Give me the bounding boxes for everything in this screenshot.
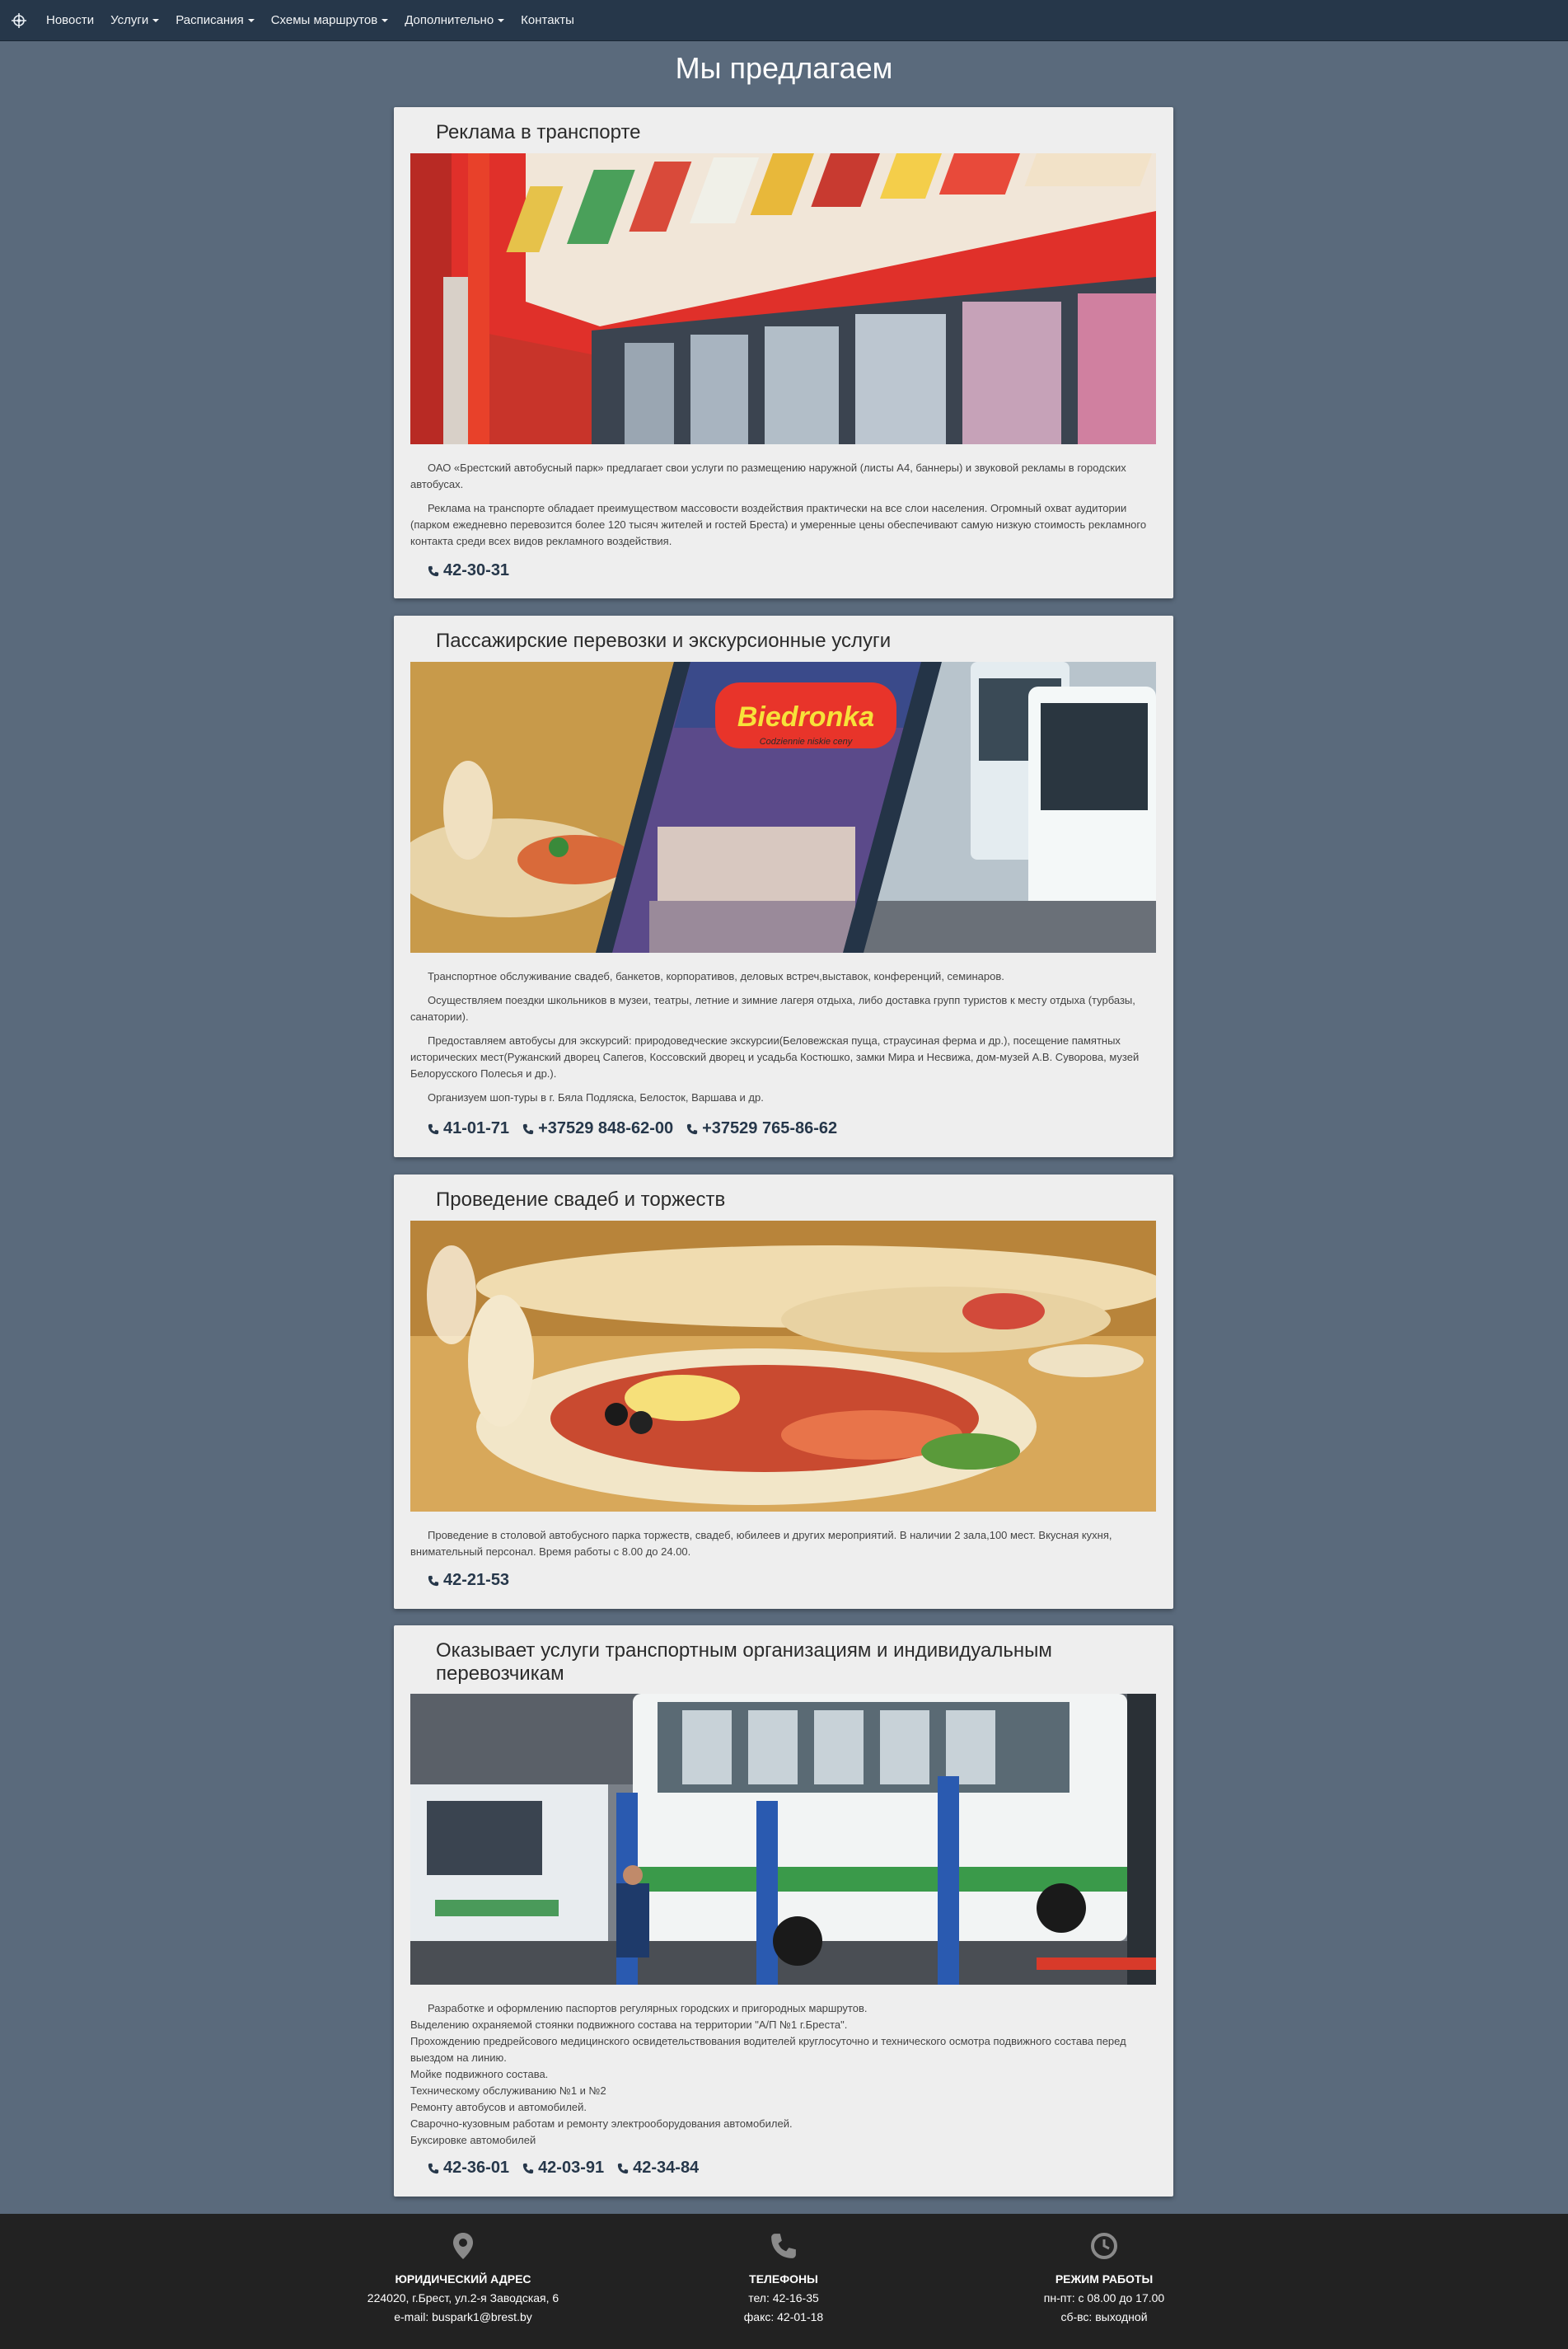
card-phones: 42-21-53 xyxy=(428,1571,509,1590)
phone-number: 42-36-01 xyxy=(443,2159,510,2177)
biedronka-logo-text: Biedronka xyxy=(737,701,874,733)
footer-email[interactable]: e-mail: buspark1@brest.by xyxy=(331,2310,595,2323)
footer-address-line: 224020, г.Брест, ул.2-я Заводская, 6 xyxy=(367,2291,559,2304)
phone-link[interactable]: +37529 765-86-62 xyxy=(686,1119,837,1138)
card-line: Буксировке автомобилей xyxy=(410,2134,536,2146)
card-title: Проведение свадеб и торжеств xyxy=(436,1189,726,1211)
nav-item-services[interactable]: Услуги xyxy=(102,0,167,41)
phone-icon xyxy=(428,565,439,576)
phone-icon xyxy=(522,2163,534,2173)
footer-heading: РЕЖИМ РАБОТЫ xyxy=(1055,2272,1154,2286)
footer: ЮРИДИЧЕСКИЙ АДРЕС 224020, г.Брест, ул.2-… xyxy=(0,2214,1568,2349)
phone-link[interactable]: 42-03-91 xyxy=(522,2159,604,2178)
phone-icon xyxy=(428,1123,439,1134)
compass-icon[interactable] xyxy=(0,0,38,41)
phone-link[interactable]: 41-01-71 xyxy=(428,1119,509,1138)
advertising-bus-interior-image xyxy=(410,153,1156,444)
nav-item-additional[interactable]: Дополнительно xyxy=(396,0,513,41)
phone-icon xyxy=(428,1575,439,1586)
phone-icon xyxy=(618,2163,629,2173)
phone-number: 41-01-71 xyxy=(443,1119,510,1137)
card-paragraph: Транспортное обслуживание свадеб, банкет… xyxy=(428,970,1004,982)
footer-hours-weekend: сб-вс: выходной xyxy=(1060,2310,1148,2323)
chevron-down-icon xyxy=(381,18,389,22)
phone-link[interactable]: 42-30-31 xyxy=(428,561,509,580)
phone-number: 42-21-53 xyxy=(443,1571,510,1589)
footer-fax: факс: 42-01-18 xyxy=(743,2310,824,2323)
page-title: Мы предлагаем xyxy=(675,51,893,85)
footer-heading: ЮРИДИЧЕСКИЙ АДРЕС xyxy=(395,2272,531,2286)
card-title: Оказывает услуги транспортным организаци… xyxy=(436,1639,1052,1685)
card-description: Транспортное обслуживание свадеб, банкет… xyxy=(410,968,1156,1114)
service-card-weddings: Проведение свадеб и торжеств Проведение … xyxy=(394,1174,1173,1609)
card-paragraph: Осуществляем поездки школьников в музеи,… xyxy=(410,994,1135,1023)
clock-icon xyxy=(1091,2233,1117,2259)
footer-hours-weekdays: пн-пт: с 08.00 до 17.00 xyxy=(1043,2291,1165,2304)
nav-item-schedules[interactable]: Расписания xyxy=(167,0,262,41)
nav-label: Расписания xyxy=(176,13,244,27)
phone-link[interactable]: 42-34-84 xyxy=(617,2159,699,2178)
phone-number: 42-03-91 xyxy=(538,2159,605,2177)
phone-icon xyxy=(686,1123,698,1134)
phone-icon xyxy=(522,1123,534,1134)
footer-phone[interactable]: тел: 42-16-35 xyxy=(652,2291,915,2304)
chevron-down-icon xyxy=(498,18,505,22)
nav-item-route-maps[interactable]: Схемы маршрутов xyxy=(263,0,397,41)
phone-number: 42-30-31 xyxy=(443,561,510,579)
footer-hours: РЕЖИМ РАБОТЫ пн-пт: с 08.00 до 17.00 сб-… xyxy=(972,2214,1236,2323)
nav-label: Новости xyxy=(46,13,95,27)
nav-item-news[interactable]: Новости xyxy=(38,0,102,41)
card-line: Выделению охраняемой стоянки подвижного … xyxy=(410,2018,848,2031)
biedronka-slogan-text: Codziennie niskie ceny xyxy=(760,737,854,747)
phone-number: 42-34-84 xyxy=(633,2159,700,2177)
nav-label: Контакты xyxy=(521,13,574,27)
phone-link[interactable]: 42-36-01 xyxy=(428,2159,509,2178)
card-paragraph: Проведение в столовой автобусного парка … xyxy=(410,1529,1112,1558)
footer-heading: ТЕЛЕФОНЫ xyxy=(749,2272,818,2286)
bus-repair-garage-image xyxy=(410,1694,1156,1985)
card-phones: 42-36-01 42-03-91 42-34-84 xyxy=(428,2159,699,2178)
phone-link[interactable]: 42-21-53 xyxy=(428,1571,509,1590)
card-title: Пассажирские перевозки и экскурсионные у… xyxy=(436,630,892,652)
nav-label: Услуги xyxy=(110,13,149,27)
card-line: Сварочно-кузовным работам и ремонту элек… xyxy=(410,2117,793,2130)
card-line: Техническому обслуживанию №1 и №2 xyxy=(410,2084,606,2097)
card-description: Разработке и оформлению паспортов регуля… xyxy=(410,2000,1156,2149)
phone-icon xyxy=(771,2234,796,2258)
nav-label: Дополнительно xyxy=(405,13,494,27)
transport-collage-image: Biedronka Codziennie niskie ceny xyxy=(410,662,1156,953)
navbar: Новости Услуги Расписания Схемы маршруто… xyxy=(0,0,1568,41)
footer-address: ЮРИДИЧЕСКИЙ АДРЕС 224020, г.Брест, ул.2-… xyxy=(331,2214,595,2323)
service-card-carriers: Оказывает услуги транспортным организаци… xyxy=(394,1625,1173,2197)
card-line: Разработке и оформлению паспортов регуля… xyxy=(428,2002,868,2014)
phone-icon xyxy=(428,2163,439,2173)
nav-item-contacts[interactable]: Контакты xyxy=(513,0,583,41)
card-paragraph: Предоставляем автобусы для экскурсий: пр… xyxy=(410,1034,1140,1080)
card-paragraph: Реклама на транспорте обладает преимущес… xyxy=(410,502,1147,547)
card-paragraph: ОАО «Брестский автобусный парк» предлага… xyxy=(410,462,1126,490)
phone-link[interactable]: +37529 848-62-00 xyxy=(522,1119,673,1138)
service-card-transport: Пассажирские перевозки и экскурсионные у… xyxy=(394,616,1173,1157)
service-card-advertising: Реклама в транспорте ОАО «Брестский авто… xyxy=(394,107,1173,598)
card-line: Прохождению предрейсового медицинского о… xyxy=(410,2035,1126,2064)
card-phones: 42-30-31 xyxy=(428,561,509,580)
card-paragraph: Организуем шоп-туры в г. Бяла Подляска, … xyxy=(428,1091,764,1104)
card-phones: 41-01-71 +37529 848-62-00 +37529 765-86-… xyxy=(428,1119,837,1138)
phone-number: +37529 765-86-62 xyxy=(702,1119,838,1137)
card-description: Проведение в столовой автобусного парка … xyxy=(410,1527,1156,1568)
footer-phones: ТЕЛЕФОНЫ тел: 42-16-35 факс: 42-01-18 xyxy=(652,2214,915,2323)
banquet-table-image xyxy=(410,1221,1156,1512)
card-line: Ремонту автобусов и автомобилей. xyxy=(410,2101,587,2113)
chevron-down-icon xyxy=(247,18,255,22)
phone-number: +37529 848-62-00 xyxy=(538,1119,674,1137)
card-title: Реклама в транспорте xyxy=(436,121,641,143)
chevron-down-icon xyxy=(152,18,160,22)
map-marker-icon xyxy=(453,2233,473,2259)
nav-label: Схемы маршрутов xyxy=(270,13,378,27)
card-line: Мойке подвижного состава. xyxy=(410,2068,549,2080)
card-description: ОАО «Брестский автобусный парк» предлага… xyxy=(410,460,1156,557)
